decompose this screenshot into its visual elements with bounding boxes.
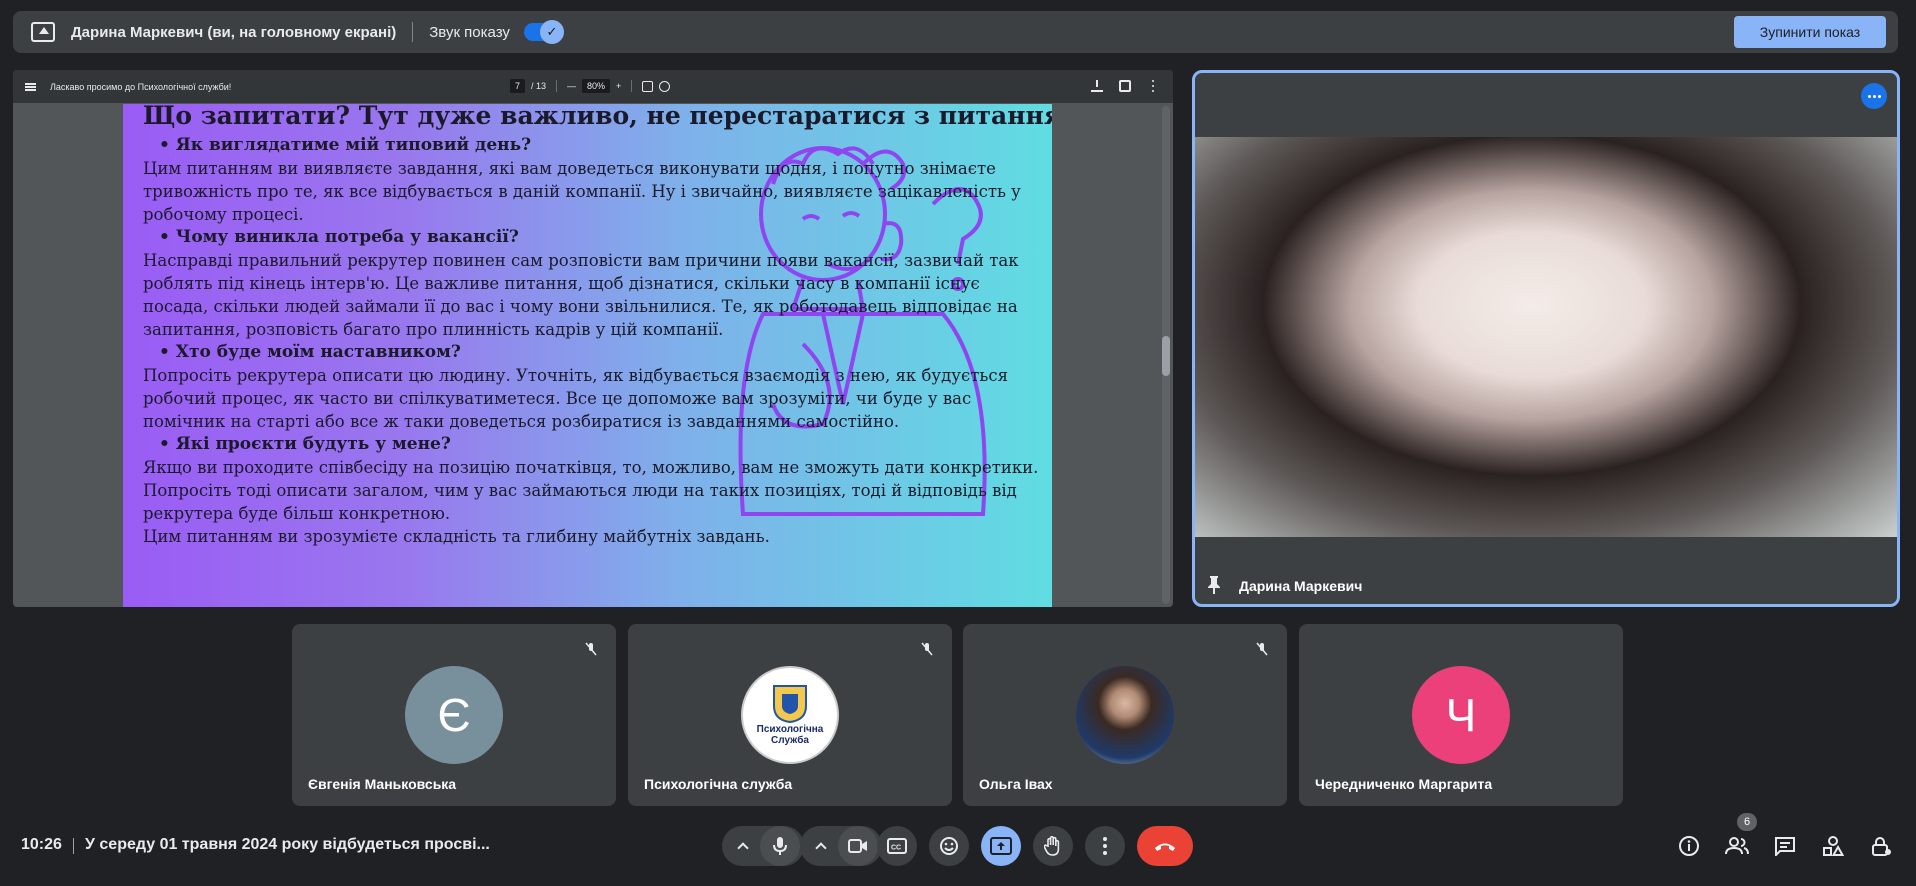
host-controls-button[interactable] — [1867, 832, 1895, 860]
page-total: / 13 — [531, 81, 547, 91]
divider — [556, 80, 558, 92]
page-controls: 7 / 13 — 80% + — [510, 79, 671, 93]
present-screen-icon — [31, 22, 55, 42]
chat-button[interactable] — [1771, 832, 1799, 860]
participant-tile[interactable]: Ч Чередниченко Маргарита — [1299, 624, 1623, 806]
activities-button[interactable] — [1819, 832, 1847, 860]
pdf-scrollbar[interactable] — [1162, 106, 1170, 604]
hang-up-icon — [1155, 843, 1175, 851]
mic-off-icon — [1251, 638, 1273, 660]
divider — [73, 838, 74, 854]
presenter-title: Дарина Маркевич (ви, на головному екрані… — [71, 23, 397, 41]
participant-count-badge: 6 — [1737, 813, 1757, 831]
slide-paragraph: Попросіть рекрутера описати цю людину. У… — [143, 366, 1008, 431]
participant-name: Психологічна служба — [644, 776, 793, 792]
slide-paragraph: Якщо ви проходите співбесіду на позицію … — [143, 458, 1039, 523]
divider — [412, 22, 414, 42]
scroll-thumb[interactable] — [1162, 336, 1170, 376]
people-button[interactable] — [1723, 832, 1751, 860]
slide-bullet: Хто буде моїм наставником? — [159, 341, 1043, 364]
avatar: Є — [405, 666, 503, 764]
activities-icon — [1823, 836, 1844, 856]
pdf-title: Ласкаво просимо до Психологічної служби! — [50, 81, 232, 92]
pdf-viewer: Ласкаво просимо до Психологічної служби!… — [13, 70, 1173, 607]
chat-icon — [1775, 837, 1795, 856]
check-icon: ✓ — [539, 20, 564, 44]
present-button[interactable] — [981, 826, 1021, 866]
camera-control-group — [800, 826, 882, 866]
chevron-up-icon — [737, 842, 749, 854]
info-icon — [1679, 836, 1699, 856]
reactions-button[interactable] — [929, 826, 969, 866]
clock: 10:26 — [21, 836, 62, 853]
slide-heading: Що запитати? Тут дуже важливо, не перест… — [143, 104, 1052, 130]
slide-paragraph: Цим питанням ви виявляєте завдання, які … — [143, 159, 1021, 224]
pin-icon[interactable] — [1207, 576, 1221, 594]
captions-button[interactable]: CC — [877, 826, 917, 866]
mic-off-icon — [916, 638, 938, 660]
svg-text:CC: CC — [891, 845, 901, 852]
stop-presenting-button[interactable]: Зупинити показ — [1734, 16, 1886, 48]
microphone-button[interactable] — [760, 826, 800, 866]
people-icon — [1725, 837, 1749, 855]
slide-bullet: Які проєкти будуть у мене? — [159, 433, 1043, 456]
speaker-tile[interactable]: Дарина Маркевич — [1192, 70, 1900, 607]
participant-name: Чередниченко Маргарита — [1315, 776, 1493, 792]
pdf-actions — [1091, 80, 1159, 92]
avatar: Ч — [1412, 666, 1510, 764]
zoom-in-icon[interactable]: + — [616, 81, 621, 91]
participant-name: Євгенія Маньковська — [308, 776, 457, 792]
sound-label: Звук показу — [429, 23, 510, 41]
mic-off-icon — [580, 638, 602, 660]
divider — [631, 80, 633, 92]
participant-tile[interactable]: Психологічна Служба Психологічна служба — [628, 624, 952, 806]
avatar-photo — [1076, 666, 1174, 764]
participant-name: Ольга Івах — [979, 776, 1053, 792]
slide-paragraph: Насправді правильний рекрутер повинен са… — [143, 251, 1019, 339]
rotate-icon[interactable] — [659, 80, 671, 92]
zoom-input[interactable]: 80% — [582, 79, 611, 93]
meeting-title: У середу 01 травня 2024 року відбудеться… — [85, 836, 490, 853]
meeting-details-button[interactable] — [1675, 832, 1703, 860]
lock-person-icon — [1872, 837, 1891, 856]
slide-closing: Цим питанням ви зрозумієте складність та… — [143, 527, 770, 546]
fit-page-icon[interactable] — [642, 80, 654, 92]
microphone-icon — [773, 837, 787, 855]
logo-text: Психологічна Служба — [756, 724, 824, 746]
emoji-icon — [940, 837, 958, 855]
participant-tile[interactable]: Ольга Івах — [963, 624, 1287, 806]
audio-options-button[interactable] — [726, 840, 760, 854]
camera-icon — [848, 839, 867, 853]
pdf-toolbar: Ласкаво просимо до Психологічної служби!… — [13, 70, 1173, 103]
leave-call-button[interactable] — [1137, 826, 1193, 866]
participant-tile[interactable]: Є Євгенія Маньковська — [292, 624, 616, 806]
slide-bullet: Як виглядатиме мій типовий день? — [159, 134, 1043, 157]
page-number-input[interactable]: 7 — [510, 79, 526, 93]
slide-text: Що запитати? Тут дуже важливо, не перест… — [143, 104, 1052, 548]
menu-icon[interactable] — [25, 82, 36, 91]
more-options-icon[interactable] — [1861, 83, 1887, 109]
present-screen-icon — [990, 837, 1012, 855]
presenting-bar: Дарина Маркевич (ви, на головному екрані… — [13, 11, 1898, 53]
sound-toggle[interactable]: ✓ — [523, 20, 564, 44]
download-icon[interactable] — [1091, 80, 1103, 92]
chevron-up-icon — [815, 842, 827, 854]
speaker-name: Дарина Маркевич — [1239, 578, 1363, 594]
slide-bullet: Чому виникла потреба у вакансії? — [159, 226, 1043, 249]
zoom-out-icon[interactable]: — — [567, 81, 576, 91]
raise-hand-button[interactable] — [1033, 826, 1073, 866]
captions-icon: CC — [887, 838, 907, 854]
mic-control-group — [722, 826, 804, 866]
slide-page: Що запитати? Тут дуже важливо, не перест… — [123, 104, 1052, 607]
print-icon[interactable] — [1119, 80, 1131, 92]
avatar: Психологічна Служба — [741, 666, 839, 764]
more-options-button[interactable] — [1085, 826, 1125, 866]
seal-emblem — [773, 685, 807, 724]
camera-button[interactable] — [838, 826, 878, 866]
video-options-button[interactable] — [804, 840, 838, 854]
speaker-video — [1195, 137, 1897, 537]
more-options-icon[interactable] — [1147, 80, 1159, 92]
more-vert-icon — [1103, 837, 1107, 855]
hand-icon — [1044, 836, 1060, 856]
